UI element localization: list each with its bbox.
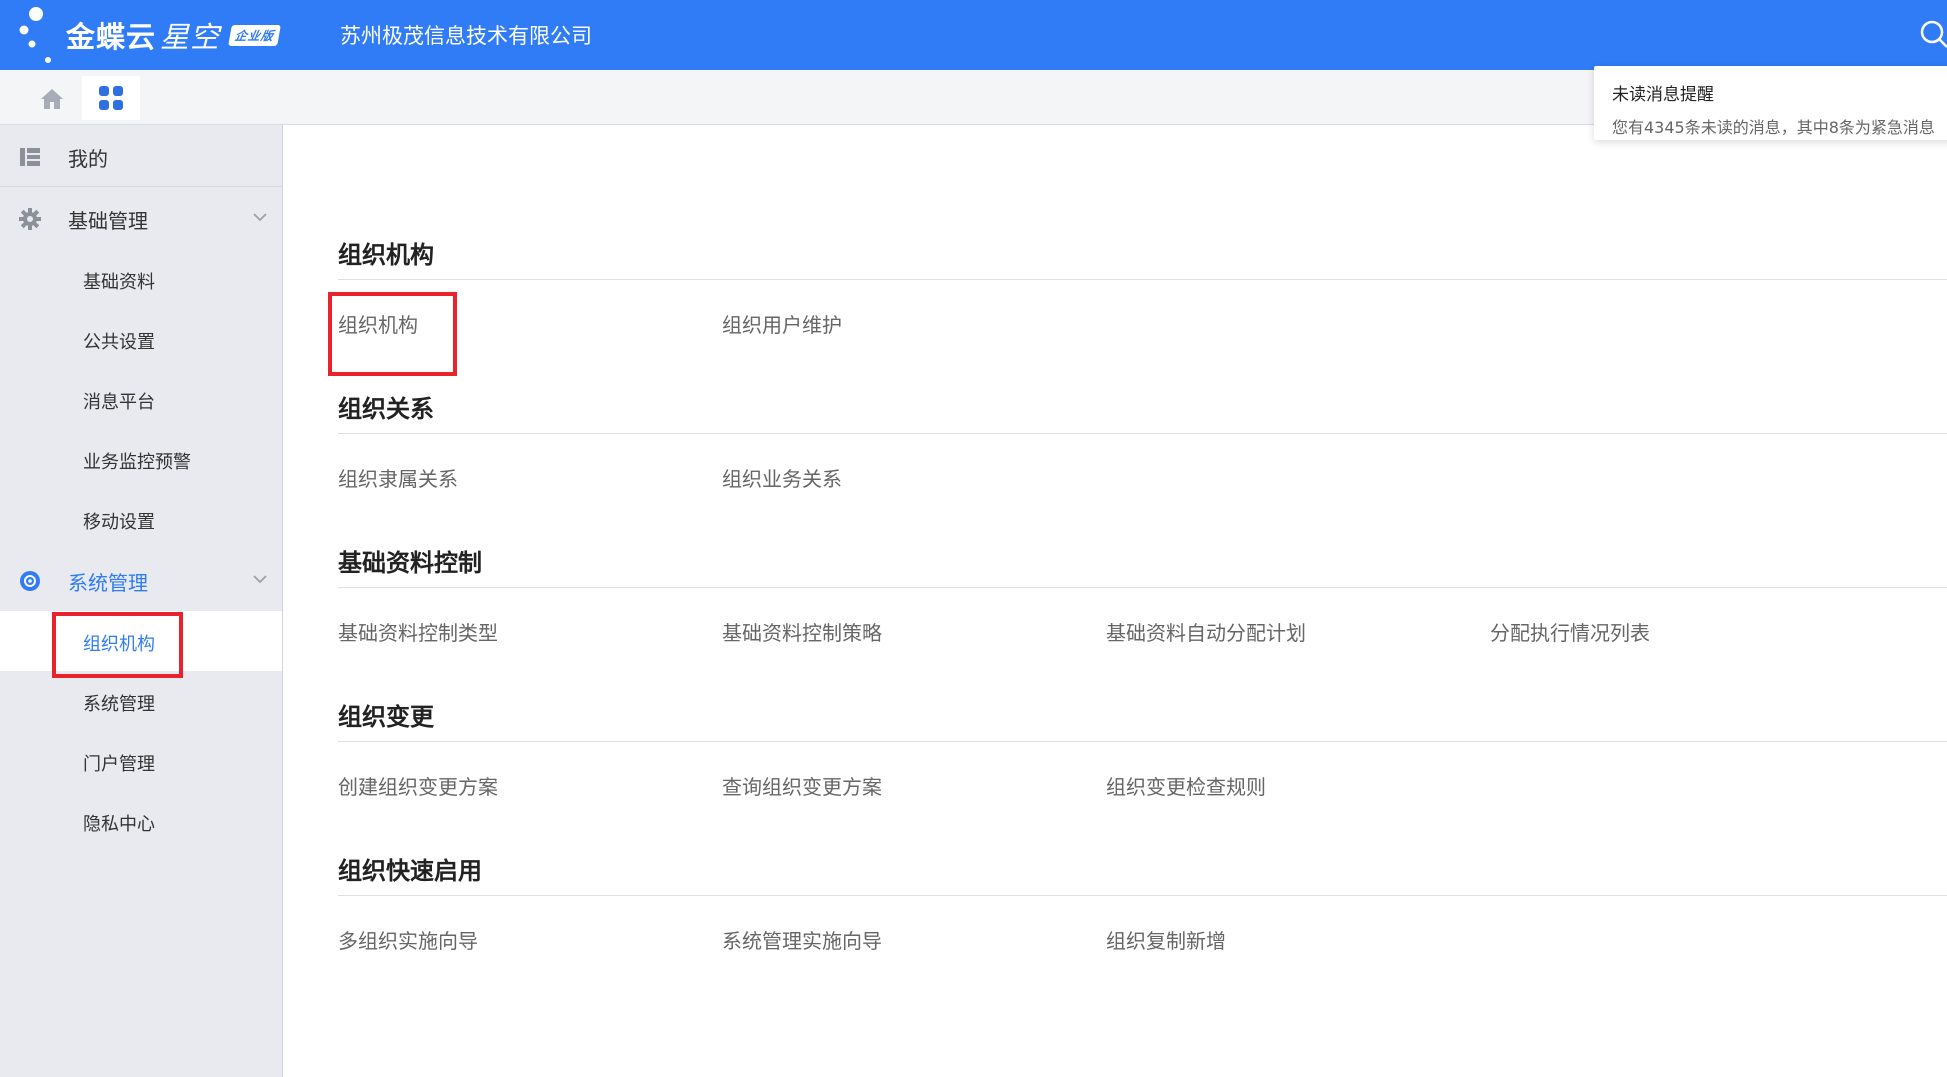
menu-link-create-change-plan[interactable]: 创建组织变更方案: [338, 771, 498, 800]
company-name[interactable]: 苏州极茂信息技术有限公司: [340, 20, 592, 50]
menu-link-org-business-relation[interactable]: 组织业务关系: [722, 463, 842, 492]
sidebar: 我的 基础管理 基础资料 公共设置 消息平台 业务监控预警 移动设置 系统管理 …: [0, 125, 283, 1077]
highlight-box-content: [328, 292, 457, 376]
section-title: 组织机构: [338, 235, 1947, 280]
sidebar-group-system-management[interactable]: 系统管理: [0, 549, 282, 611]
brand-main: 金蝶云: [66, 20, 157, 54]
tab-apps[interactable]: [82, 76, 140, 120]
grid-apps-icon: [99, 86, 123, 110]
notification-title: 未读消息提醒: [1612, 85, 1714, 105]
sidebar-group-basic-management[interactable]: 基础管理: [0, 187, 282, 249]
edition-badge: 企业版: [228, 24, 281, 46]
section-title: 组织关系: [338, 389, 1947, 434]
highlight-box-sidebar: [52, 612, 183, 678]
sidebar-item-label: 系统管理: [68, 571, 148, 595]
section-organization: 组织机构 组织机构 组织用户维护: [338, 235, 1947, 389]
sidebar-item-label: 移动设置: [83, 512, 155, 533]
sidebar-item-label: 我的: [68, 147, 108, 171]
sidebar-item-mobile-settings[interactable]: 移动设置: [0, 489, 282, 549]
home-icon: [41, 89, 63, 109]
sidebar-item-label: 基础资料: [83, 272, 155, 293]
main-content: 组织机构 组织机构 组织用户维护 组织关系 组织隶属关系 组织业务关系 基础资料…: [284, 126, 1947, 1077]
menu-link-auto-allocation-plan[interactable]: 基础资料自动分配计划: [1106, 617, 1306, 646]
menu-link-change-check-rules[interactable]: 组织变更检查规则: [1106, 771, 1266, 800]
sidebar-item-system-management[interactable]: 系统管理: [0, 671, 282, 731]
sidebar-item-label: 系统管理: [83, 694, 155, 715]
tab-home[interactable]: [30, 84, 74, 114]
section-title: 基础资料控制: [338, 543, 1947, 588]
system-icon: [20, 571, 40, 591]
section-org-change: 组织变更 创建组织变更方案 查询组织变更方案 组织变更检查规则: [338, 697, 1947, 851]
sidebar-item-label: 门户管理: [83, 754, 155, 775]
sidebar-item-message-platform[interactable]: 消息平台: [0, 369, 282, 429]
sidebar-item-label: 业务监控预警: [83, 452, 191, 473]
section-org-relationship: 组织关系 组织隶属关系 组织业务关系: [338, 389, 1947, 543]
menu-link-org-affiliation[interactable]: 组织隶属关系: [338, 463, 458, 492]
section-title: 组织变更: [338, 697, 1947, 742]
gear-icon: [19, 208, 41, 230]
sidebar-item-label: 公共设置: [83, 332, 155, 353]
sidebar-item-label: 隐私中心: [83, 814, 155, 835]
menu-link-org-copy-new[interactable]: 组织复制新增: [1106, 925, 1226, 954]
section-basic-data-control: 基础资料控制 基础资料控制类型 基础资料控制策略 基础资料自动分配计划 分配执行…: [338, 543, 1947, 697]
sidebar-item-monitoring-alert[interactable]: 业务监控预警: [0, 429, 282, 489]
sidebar-item-public-settings[interactable]: 公共设置: [0, 309, 282, 369]
brand-sub: 星空: [160, 20, 221, 54]
menu-link-allocation-execution-list[interactable]: 分配执行情况列表: [1490, 617, 1650, 646]
sidebar-item-label: 基础管理: [68, 209, 148, 233]
menu-link-control-policy[interactable]: 基础资料控制策略: [722, 617, 882, 646]
brand-logo[interactable]: 金蝶云 星空 企业版: [66, 14, 281, 56]
menu-link-system-mgmt-wizard[interactable]: 系统管理实施向导: [722, 925, 882, 954]
search-icon[interactable]: [1918, 18, 1947, 52]
section-title: 组织快速启用: [338, 851, 1947, 896]
logo-dots-icon: [19, 7, 51, 63]
sidebar-item-label: 消息平台: [83, 392, 155, 413]
sidebar-item-basic-data[interactable]: 基础资料: [0, 249, 282, 309]
list-icon: [20, 148, 40, 166]
menu-link-control-type[interactable]: 基础资料控制类型: [338, 617, 498, 646]
section-org-quick-enable: 组织快速启用 多组织实施向导 系统管理实施向导 组织复制新增: [338, 851, 1947, 1005]
chevron-down-icon: [253, 575, 267, 584]
menu-link-org-user-maintenance[interactable]: 组织用户维护: [722, 309, 842, 338]
sidebar-item-mine[interactable]: 我的: [0, 125, 282, 187]
sidebar-item-portal-management[interactable]: 门户管理: [0, 731, 282, 791]
chevron-down-icon: [253, 213, 267, 222]
menu-link-multi-org-wizard[interactable]: 多组织实施向导: [338, 925, 478, 954]
sidebar-item-privacy-center[interactable]: 隐私中心: [0, 791, 282, 851]
top-header: 金蝶云 星空 企业版 苏州极茂信息技术有限公司: [0, 0, 1947, 70]
menu-link-query-change-plan[interactable]: 查询组织变更方案: [722, 771, 882, 800]
